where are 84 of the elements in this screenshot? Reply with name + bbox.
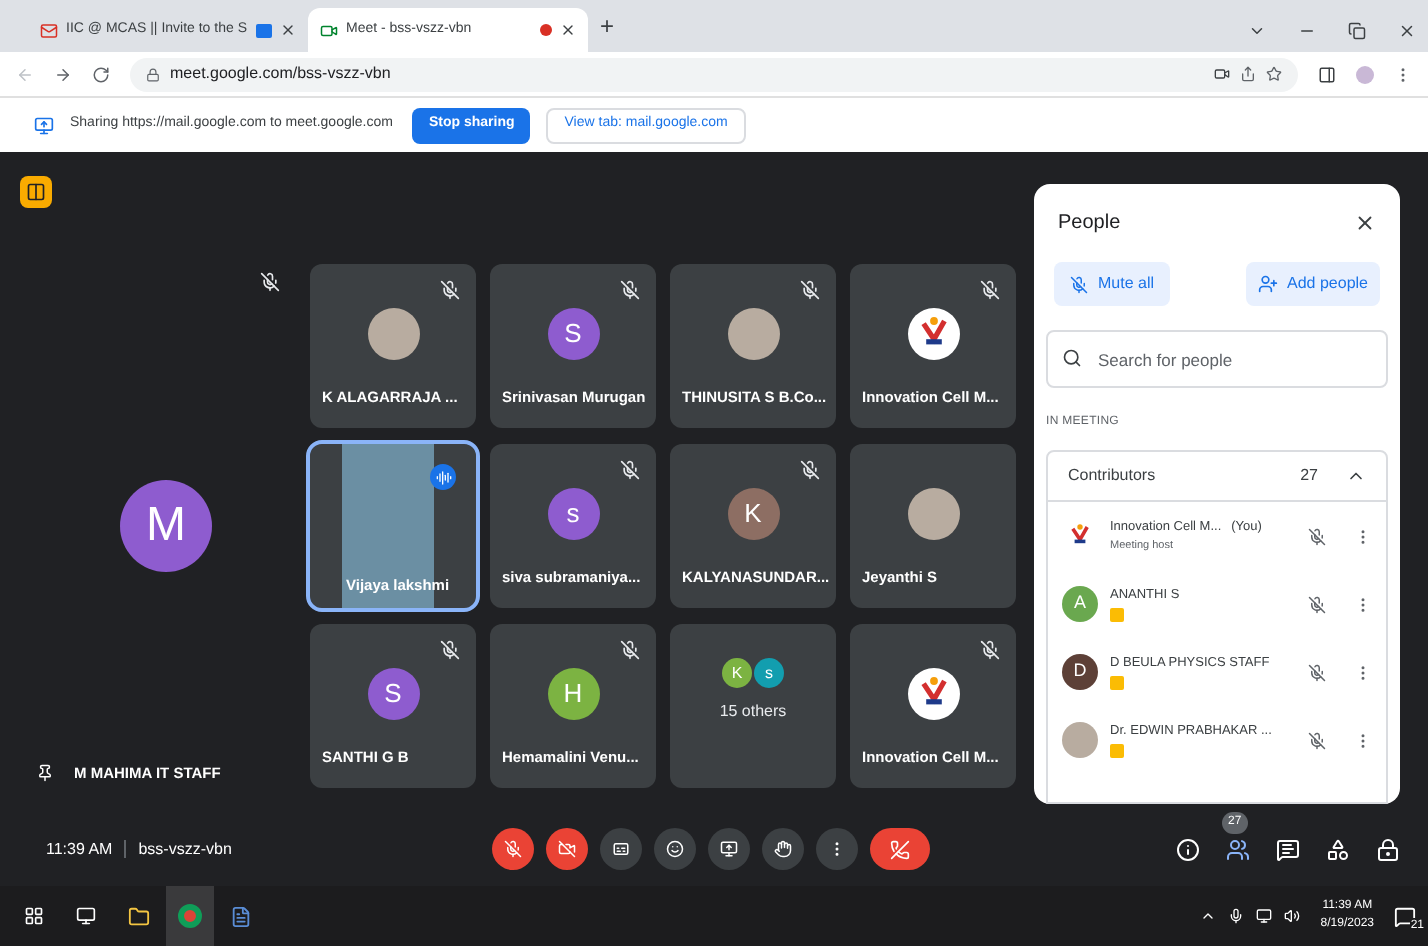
speaking-indicator xyxy=(430,464,456,490)
logo-icon xyxy=(907,668,959,720)
close-icon[interactable] xyxy=(1398,22,1416,40)
add-people-button[interactable]: Add people xyxy=(1245,262,1380,306)
search-field[interactable]: Search for people xyxy=(1046,330,1388,388)
lock-icon xyxy=(146,67,160,81)
folder-icon[interactable] xyxy=(128,905,150,927)
restore-icon[interactable] xyxy=(1348,22,1366,40)
photo-placeholder xyxy=(367,308,419,360)
tab-search-icon[interactable] xyxy=(1248,22,1266,40)
meeting-code: bss-vszz-vbn xyxy=(138,837,232,861)
share-icon[interactable] xyxy=(1240,66,1256,82)
close-icon[interactable] xyxy=(560,22,576,38)
search-icon xyxy=(1062,348,1082,368)
mic-off-icon xyxy=(1308,595,1326,613)
lock-icon[interactable] xyxy=(1376,837,1400,861)
mute-all-button[interactable]: Mute all xyxy=(1054,262,1171,306)
side-panel-icon[interactable] xyxy=(1318,65,1336,83)
microphone-button[interactable] xyxy=(491,828,534,870)
add-person-icon xyxy=(1257,274,1278,294)
panel-title: People xyxy=(1058,210,1121,238)
new-tab-button[interactable]: + xyxy=(600,8,615,44)
participant-count: 15 others xyxy=(719,700,787,724)
meeting-time: 11:39 AM xyxy=(46,837,113,861)
participant-tile[interactable]: K s 15 others xyxy=(670,624,836,788)
avatar: s xyxy=(753,658,784,688)
video-icon xyxy=(320,21,338,39)
hand-icon xyxy=(773,840,792,858)
avatar: K xyxy=(721,658,752,688)
photo-placeholder xyxy=(1062,722,1098,758)
emoji-button[interactable] xyxy=(653,828,696,870)
leave-call-button[interactable] xyxy=(869,828,930,870)
info-icon[interactable] xyxy=(1176,837,1200,861)
photo-placeholder xyxy=(727,308,779,360)
browser-icon xyxy=(178,904,202,928)
document-icon[interactable] xyxy=(230,905,252,927)
phone-icon xyxy=(889,839,910,859)
volume-icon[interactable] xyxy=(1284,908,1301,924)
address-bar[interactable]: meet.google.com/bss-vszz-vbn xyxy=(130,57,1298,91)
group-count: 27 xyxy=(1300,464,1318,488)
screen-share-icon xyxy=(34,115,54,135)
activities-icon[interactable] xyxy=(1326,837,1350,861)
mic-off-icon xyxy=(503,840,522,858)
captions-button[interactable] xyxy=(599,828,642,870)
camera-off-icon xyxy=(557,840,576,858)
mail-icon xyxy=(40,21,58,39)
people-icon[interactable] xyxy=(1226,837,1250,861)
avatar: A xyxy=(1062,586,1098,622)
avatar: K xyxy=(727,488,779,540)
close-icon[interactable] xyxy=(280,22,296,38)
network-icon[interactable] xyxy=(1256,908,1273,924)
avatar: M xyxy=(120,480,212,572)
reload-icon[interactable] xyxy=(92,65,110,83)
forward-icon[interactable] xyxy=(54,65,72,83)
photo-placeholder xyxy=(907,488,959,540)
avatar: S xyxy=(547,308,599,360)
raise-hand-button[interactable] xyxy=(761,828,804,870)
mic-off-icon xyxy=(1308,731,1326,749)
emoji-icon xyxy=(665,840,684,858)
chat-icon[interactable] xyxy=(1276,837,1300,861)
browser-taskbar-button[interactable] xyxy=(166,886,214,946)
mic-off-icon xyxy=(1308,527,1326,545)
url-text: meet.google.com/bss-vszz-vbn xyxy=(170,62,393,86)
close-icon[interactable] xyxy=(1354,212,1376,234)
pin-icon xyxy=(36,764,54,783)
avatar: S xyxy=(367,668,419,720)
present-button[interactable] xyxy=(707,828,750,870)
layout-icon xyxy=(26,182,46,202)
captions-icon xyxy=(611,840,630,858)
camera-icon[interactable] xyxy=(1214,66,1230,82)
tray-chevron-icon[interactable] xyxy=(1200,908,1217,924)
mic-off-icon xyxy=(1070,275,1088,293)
microphone-icon[interactable] xyxy=(1228,908,1245,924)
avatar: H xyxy=(547,668,599,720)
bookmark-star-icon[interactable] xyxy=(1266,66,1282,82)
logo-icon xyxy=(907,308,959,360)
avatar: D xyxy=(1062,654,1098,690)
mic-off-icon xyxy=(1308,663,1326,681)
task-view-icon[interactable] xyxy=(76,906,96,926)
contributors-header[interactable]: Contributors 27 xyxy=(1048,452,1386,502)
camera-button[interactable] xyxy=(545,828,588,870)
start-icon[interactable] xyxy=(24,906,44,926)
avatar: s xyxy=(547,488,599,540)
group-label: Contributors xyxy=(1068,464,1158,488)
